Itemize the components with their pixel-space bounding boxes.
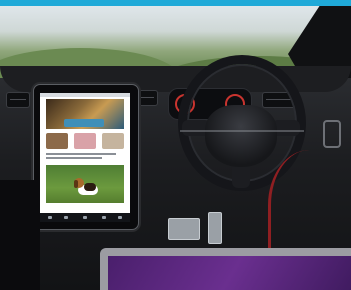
door-handle [323, 120, 341, 148]
thumbnail-food [46, 133, 68, 149]
touchscreen [40, 93, 130, 213]
seat-trim [268, 150, 351, 260]
article-text-line [46, 157, 102, 159]
touchscreen-dock [40, 213, 130, 222]
hero-image [46, 99, 124, 129]
dog-patch [84, 183, 96, 191]
thumbnail-beige [102, 133, 124, 149]
article-text-line [46, 153, 116, 155]
dash-trim [180, 130, 304, 132]
beagle-dog [74, 175, 102, 199]
beagle-photo [46, 165, 124, 203]
browser-bar [40, 93, 130, 97]
seat-left [0, 180, 40, 290]
car-interior-photo [0, 0, 351, 290]
dock-icon [83, 216, 87, 219]
brake-pedal [168, 218, 200, 240]
air-vent-left [6, 92, 30, 108]
dock-icon [102, 216, 106, 219]
thumbnail-pink [74, 133, 96, 149]
laptop-screen [108, 256, 351, 290]
dock-icon [48, 216, 52, 219]
steering-hub [205, 105, 277, 167]
dock-icon [118, 216, 122, 219]
accelerator-pedal [208, 212, 222, 244]
dog-ear [74, 180, 78, 188]
dock-icon [64, 216, 68, 219]
pool-shape [64, 119, 104, 127]
